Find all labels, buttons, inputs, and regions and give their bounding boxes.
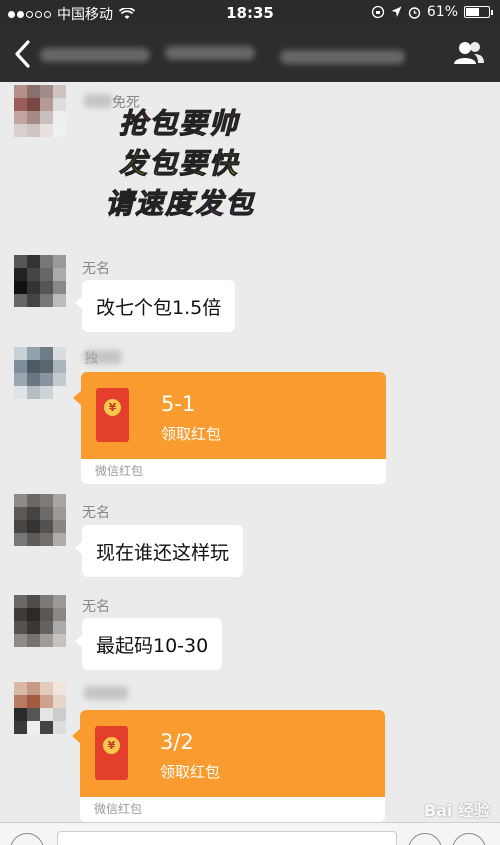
red-packet-message[interactable]: ¥ 5-1 领取红包 微信红包 — [81, 372, 386, 484]
avatar[interactable] — [14, 85, 66, 137]
chevron-left-icon[interactable] — [10, 38, 36, 70]
message-text: 改七个包1.5倍 — [96, 296, 222, 319]
status-bar: 中国移动 18:35 61% — [0, 0, 500, 26]
sender-name: 无名 — [82, 505, 110, 521]
sticker-text: 抢包要帅 — [119, 107, 240, 141]
red-packet-subtitle: 领取红包 — [160, 763, 221, 781]
input-bar — [0, 822, 500, 845]
avatar[interactable] — [14, 347, 66, 399]
sender-name: 无名 — [82, 599, 110, 615]
red-packet-title: 5-1 — [161, 392, 196, 416]
more-button[interactable] — [452, 833, 486, 845]
message-text: 最起码10-30 — [96, 634, 209, 657]
watermark: Bai 经验 — [423, 801, 490, 820]
red-packet-title: 3/2 — [160, 730, 194, 754]
message-bubble[interactable]: 现在谁还这样玩 — [74, 525, 244, 577]
group-contacts-icon[interactable] — [452, 38, 486, 70]
battery-percent: 61% — [426, 4, 458, 20]
message-bubble[interactable]: 最起码10-30 — [74, 618, 223, 670]
sticker-text: 请速度发包 — [105, 187, 256, 221]
avatar[interactable] — [14, 255, 66, 307]
message-input[interactable] — [57, 831, 397, 845]
battery-icon — [464, 6, 493, 18]
avatar[interactable] — [14, 494, 66, 546]
avatar[interactable] — [14, 595, 66, 647]
emoji-button[interactable] — [408, 833, 442, 845]
red-packet-footer: 微信红包 — [94, 802, 143, 816]
sender-name: 独 — [84, 351, 98, 367]
location-icon — [391, 6, 402, 17]
voice-button[interactable] — [10, 833, 44, 845]
message-text: 现在谁还这样玩 — [96, 541, 230, 564]
status-right: 61% — [371, 4, 493, 20]
sticker-message[interactable]: 抢包要帅 发包要快 请速度发包 — [105, 104, 265, 224]
avatar[interactable] — [14, 682, 66, 734]
sticker-text: 发包要快 — [119, 147, 240, 181]
red-packet-message[interactable]: ¥ 3/2 领取红包 微信红包 — [80, 710, 385, 822]
red-envelope-icon: ¥ — [96, 388, 129, 442]
nav-bar — [0, 26, 500, 82]
chat-title-redacted — [40, 46, 420, 64]
message-bubble[interactable]: 改七个包1.5倍 — [74, 280, 236, 332]
chat-messages: 免死 抢包要帅 发包要快 请速度发包 无名 改七个包1.5倍 独 ¥ 5-1 领… — [0, 82, 500, 822]
rotation-lock-icon — [371, 5, 385, 19]
sender-name: 无名 — [82, 261, 110, 277]
red-packet-footer: 微信红包 — [95, 464, 144, 478]
red-envelope-icon: ¥ — [95, 726, 128, 780]
alarm-icon — [408, 6, 421, 19]
red-packet-subtitle: 领取红包 — [161, 425, 222, 443]
